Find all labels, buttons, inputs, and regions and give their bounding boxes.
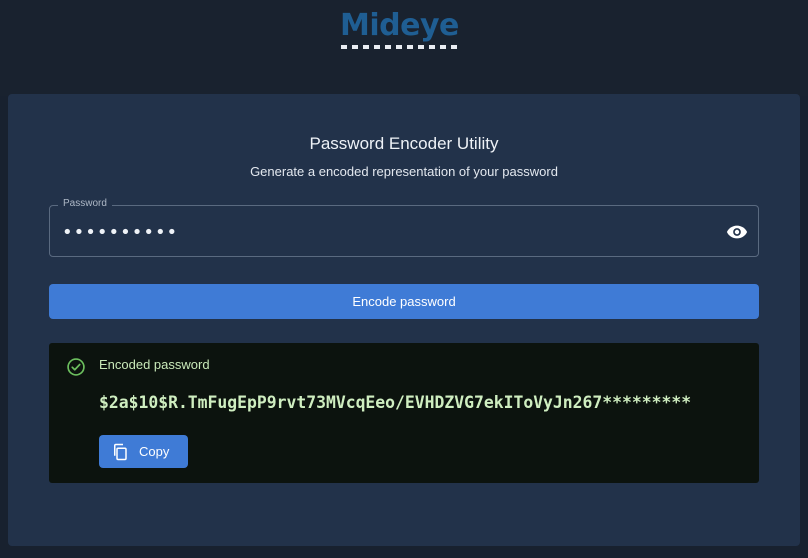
password-label: Password [58,198,112,209]
copy-label: Copy [139,444,170,459]
logo-dots [341,45,467,50]
password-field: Password [49,198,759,257]
page-title: Password Encoder Utility [309,134,499,153]
eye-icon[interactable] [724,219,750,245]
copy-icon [111,443,129,461]
encode-password-button[interactable]: Encode password [49,284,759,319]
logo-text: Mideye [340,8,459,43]
page-subtitle: Generate a encoded representation of you… [250,164,558,179]
encoder-card: Password Encoder Utility Generate a enco… [8,94,800,546]
encoded-password-label: Encoded password [99,357,210,372]
top-bar: Mideye [0,0,808,96]
copy-button[interactable]: Copy [99,435,188,468]
encoded-result-panel: Encoded password $2a$10$R.TmFugEpP9rvt73… [49,343,759,483]
password-input[interactable] [62,220,702,244]
mideye-logo[interactable]: Mideye [340,8,470,52]
encoded-hash[interactable]: $2a$10$R.TmFugEpP9rvt73MVcqEeo/EVHDZVG7e… [99,393,759,412]
check-circle-icon [66,357,86,377]
